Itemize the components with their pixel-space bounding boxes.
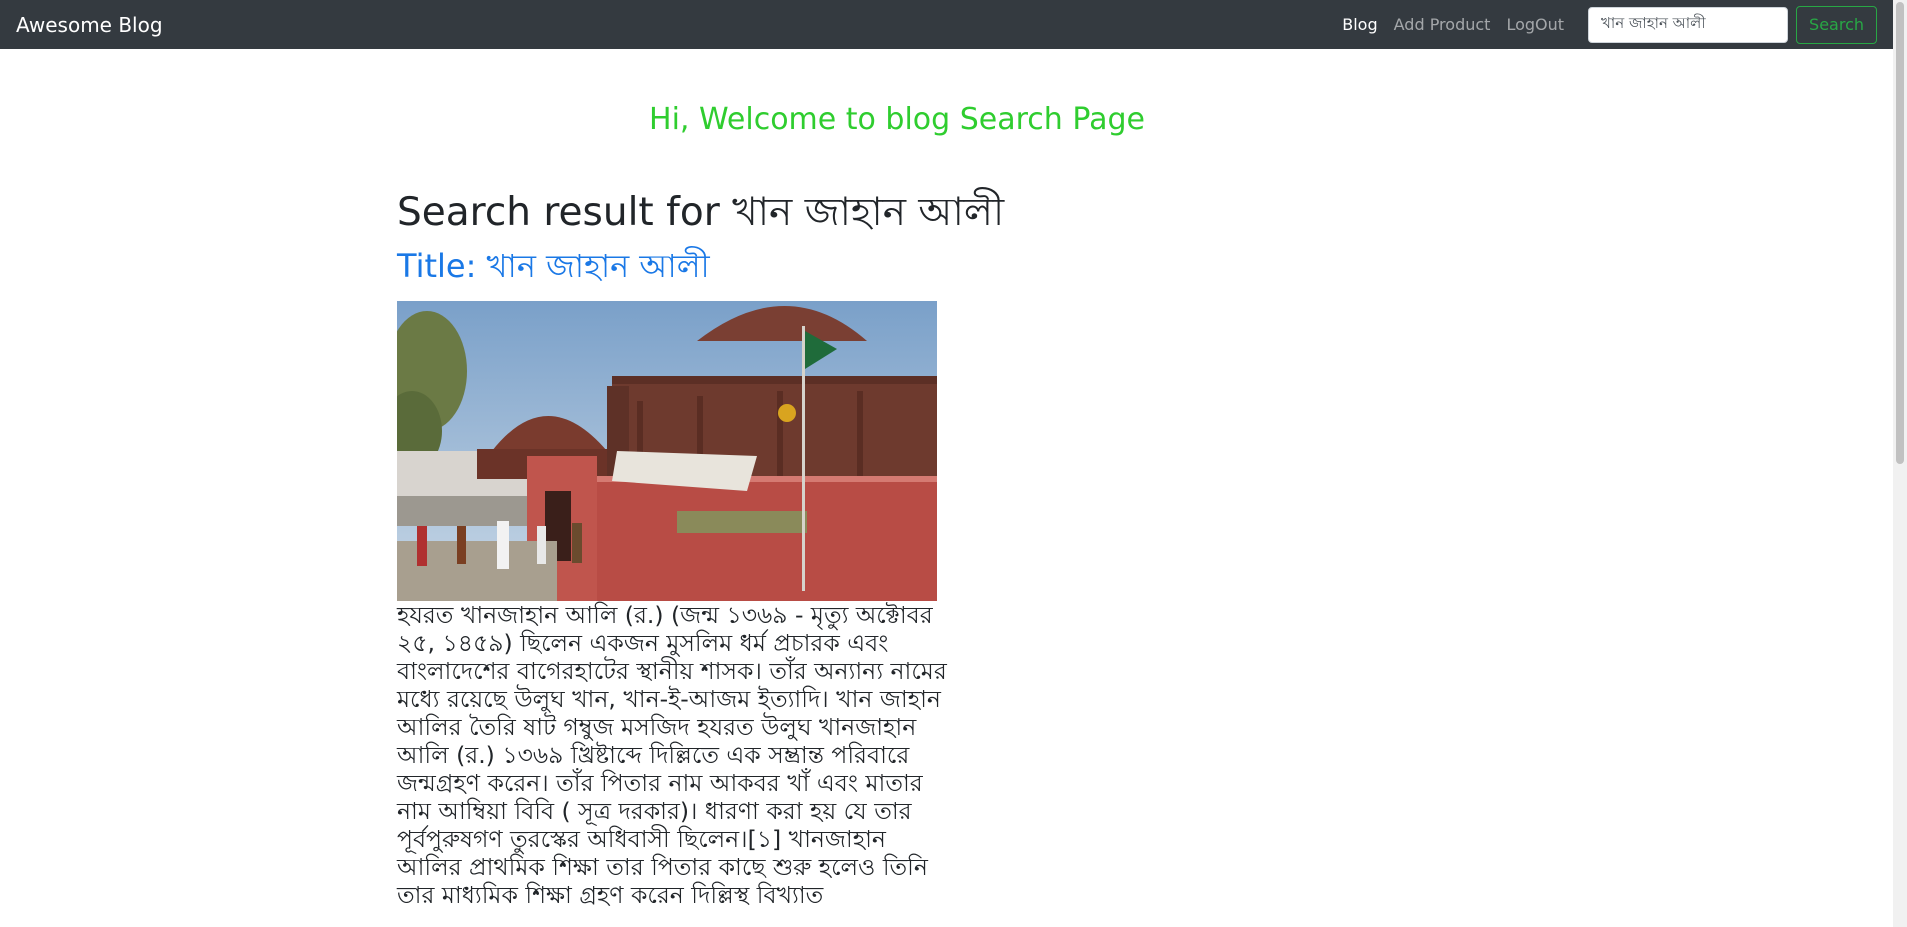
post-image (397, 300, 937, 601)
post-body: হযরত খানজাহান আলি (র.) (জন্ম ১৩৬৯ - মৃত্… (397, 600, 947, 909)
nav-link-logout[interactable]: LogOut (1506, 15, 1564, 34)
post-title[interactable]: Title: খান জাহান আলী (397, 241, 957, 295)
brand-link[interactable]: Awesome Blog (16, 13, 163, 37)
search-input[interactable] (1588, 6, 1789, 43)
navbar: Awesome Blog Blog Add Product LogOut Sea… (0, 0, 1893, 49)
search-results: Search result for খান জাহান আলী Title: খ… (397, 190, 1005, 909)
nav-link-blog[interactable]: Blog (1342, 15, 1377, 34)
navbar-right: Blog Add Product LogOut Search (1342, 5, 1877, 44)
result-heading: Search result for খান জাহান আলী (397, 190, 1005, 235)
nav-link-add-product[interactable]: Add Product (1394, 15, 1491, 34)
page-scrollbar[interactable] (1893, 0, 1907, 927)
search-button[interactable]: Search (1796, 5, 1877, 44)
welcome-heading: Hi, Welcome to blog Search Page (649, 102, 1145, 137)
scrollbar-thumb[interactable] (1896, 2, 1904, 464)
